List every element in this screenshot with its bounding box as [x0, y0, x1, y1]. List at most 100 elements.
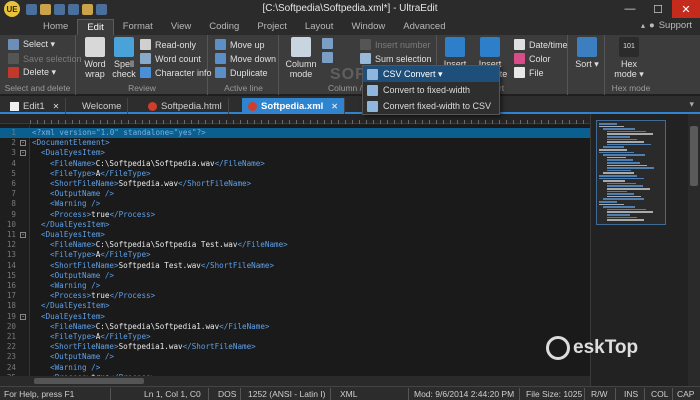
status-line-ending[interactable]: DOS: [218, 389, 236, 399]
column-tool-2-icon[interactable]: [322, 51, 333, 64]
code-line[interactable]: 3- <DualEyesItem>: [0, 148, 590, 158]
hex-mode-button[interactable]: 101 Hex mode ▾: [612, 37, 646, 79]
code-line[interactable]: 13 <FileType>A</FileType>: [0, 250, 590, 260]
code-line[interactable]: 14 <ShortFileName>Softpedia Test.wav</Sho…: [0, 261, 590, 271]
open-folder-icon[interactable]: [40, 3, 51, 15]
select-button[interactable]: Select ▾: [8, 38, 55, 51]
line-number: 24: [6, 362, 16, 372]
code-line[interactable]: 18 </DualEyesItem>: [0, 301, 590, 311]
sum-selection-button[interactable]: Sum selection: [360, 52, 432, 65]
status-ins[interactable]: INS: [624, 389, 638, 399]
code-line[interactable]: 8 <Warning />: [0, 199, 590, 209]
status-cap[interactable]: CAP: [677, 389, 694, 399]
save-all-icon[interactable]: [68, 3, 79, 15]
csv-convert-menu-item[interactable]: CSV Convert ▾: [363, 66, 499, 82]
code-line[interactable]: 10 </DualEyesItem>: [0, 220, 590, 230]
close-button[interactable]: ✕: [672, 0, 700, 18]
tab-edit[interactable]: Edit: [77, 19, 114, 35]
fold-toggle-icon[interactable]: -: [20, 150, 26, 157]
vertical-scroll-thumb[interactable]: [690, 126, 698, 186]
vertical-scrollbar[interactable]: [688, 114, 700, 386]
code-line[interactable]: 7 <OutputName />: [0, 189, 590, 199]
token-tag: </DualEyesItem>: [41, 219, 110, 229]
tab-window[interactable]: Window: [342, 19, 394, 35]
code-line[interactable]: 11- <DualEyesItem>: [0, 230, 590, 240]
code-line[interactable]: 21 <FileType>A</FileType>: [0, 332, 590, 342]
tab-project[interactable]: Project: [248, 19, 296, 35]
delete-button[interactable]: Delete ▾: [8, 66, 56, 79]
doc-tab-softpedia-html[interactable]: Softpedia.html: [142, 98, 229, 114]
code-editor[interactable]: 1 <?xml version="1.0" standalone="yes"?> 2…: [0, 125, 590, 386]
horizontal-scrollbar[interactable]: [0, 376, 590, 386]
convert-to-fixed-width-item[interactable]: Convert to fixed-width: [363, 82, 499, 98]
move-down-button[interactable]: Move down: [215, 52, 276, 65]
code-line[interactable]: 23 <OutputName />: [0, 352, 590, 362]
move-up-button[interactable]: Move up: [215, 38, 265, 51]
code-line[interactable]: 20 <FileName>C:\Softpedia\Softpedia1.wav<…: [0, 322, 590, 332]
undo-icon[interactable]: [82, 3, 93, 15]
status-rw[interactable]: R/W: [591, 389, 608, 399]
tab-close-icon[interactable]: ✕: [53, 102, 60, 111]
tab-close-icon[interactable]: ✕: [331, 102, 338, 111]
save-icon[interactable]: [54, 3, 65, 15]
code-line[interactable]: 22 <ShortFileName>Softpedia1.wav</ShortFi…: [0, 342, 590, 352]
code-line[interactable]: 19- <DualEyesItem>: [0, 312, 590, 322]
status-encoding[interactable]: 1252 (ANSI - Latin I): [248, 389, 325, 399]
minimize-button[interactable]: —: [616, 0, 644, 18]
fold-toggle-icon[interactable]: -: [20, 140, 26, 147]
ultraedit-logo-icon[interactable]: UE: [4, 1, 20, 17]
minimap-line: [603, 172, 634, 174]
status-syntax[interactable]: XML: [340, 389, 357, 399]
tab-layout[interactable]: Layout: [296, 19, 343, 35]
insert-number-button[interactable]: Insert number: [360, 38, 431, 51]
read-only-button[interactable]: Read-only: [140, 38, 196, 51]
maximize-button[interactable]: ☐: [644, 0, 672, 18]
spell-check-button[interactable]: Spell check: [111, 37, 137, 79]
sort-button[interactable]: Sort ▾: [572, 37, 602, 69]
tab-format[interactable]: Format: [114, 19, 162, 35]
support-menu[interactable]: ▴ ● Support: [641, 20, 692, 31]
word-count-button[interactable]: Word count: [140, 52, 201, 65]
tab-view[interactable]: View: [162, 19, 200, 35]
collapse-ribbon-icon[interactable]: ▴: [641, 21, 645, 30]
tab-list-arrow-icon[interactable]: ▾: [689, 99, 694, 110]
save-selection-button[interactable]: Save selection: [8, 52, 82, 65]
status-col[interactable]: COL: [651, 389, 668, 399]
code-line[interactable]: 16 <Warning />: [0, 281, 590, 291]
group-review: Word wrap Spell check Read-only Word cou…: [77, 35, 212, 95]
convert-fixed-width-to-csv-item[interactable]: Convert fixed-width to CSV: [363, 98, 499, 114]
code-line[interactable]: 15 <OutputName />: [0, 271, 590, 281]
color-button[interactable]: Color: [514, 52, 551, 65]
date-time-button[interactable]: Date/time: [514, 38, 568, 51]
fold-toggle-icon[interactable]: -: [20, 232, 26, 238]
character-info-button[interactable]: Character info: [140, 66, 212, 79]
word-wrap-button[interactable]: Word wrap: [82, 37, 108, 79]
token-tag: <FileType>: [50, 332, 96, 341]
code-line[interactable]: 5 <FileType>A</FileType>: [0, 169, 590, 179]
doc-tab-softpedia-xml[interactable]: Softpedia.xml ✕: [242, 98, 345, 114]
new-file-icon[interactable]: [26, 3, 37, 15]
horizontal-scroll-thumb[interactable]: [34, 378, 144, 384]
code-line[interactable]: 2- <DocumentElement>: [0, 138, 590, 148]
code-line[interactable]: 1 <?xml version="1.0" standalone="yes"?>: [0, 128, 590, 139]
doc-tab-welcome[interactable]: Welcome: [76, 98, 129, 114]
code-line[interactable]: 12 <FileName>C:\Softpedia\Softpedia Test.…: [0, 240, 590, 250]
tab-coding[interactable]: Coding: [200, 19, 248, 35]
code-line[interactable]: 6 <ShortFileName>Softpedia.wav</ShortFile…: [0, 179, 590, 189]
code-line[interactable]: 17 <Process>true</Process>: [0, 291, 590, 301]
minimap-line: [603, 154, 645, 156]
code-line[interactable]: 4 <FileName>C:\Softpedia\Softpedia.wav</F…: [0, 159, 590, 169]
fold-toggle-icon[interactable]: -: [20, 313, 26, 320]
column-tool-1-icon[interactable]: [322, 37, 333, 50]
token-txt: true: [91, 291, 110, 301]
tab-home[interactable]: Home: [34, 19, 77, 35]
column-mode-button[interactable]: Column mode: [284, 37, 318, 79]
code-line[interactable]: 9 <Process>true</Process>: [0, 210, 590, 220]
redo-icon[interactable]: [96, 3, 107, 15]
duplicate-button[interactable]: Duplicate: [215, 66, 268, 79]
tab-advanced[interactable]: Advanced: [394, 19, 454, 35]
file-button[interactable]: File: [514, 66, 544, 79]
code-line[interactable]: 24 <Warning />: [0, 363, 590, 373]
status-position[interactable]: Ln 1, Col 1, C0: [144, 389, 201, 399]
doc-tab-edit1[interactable]: Edit1 ✕: [4, 98, 67, 114]
